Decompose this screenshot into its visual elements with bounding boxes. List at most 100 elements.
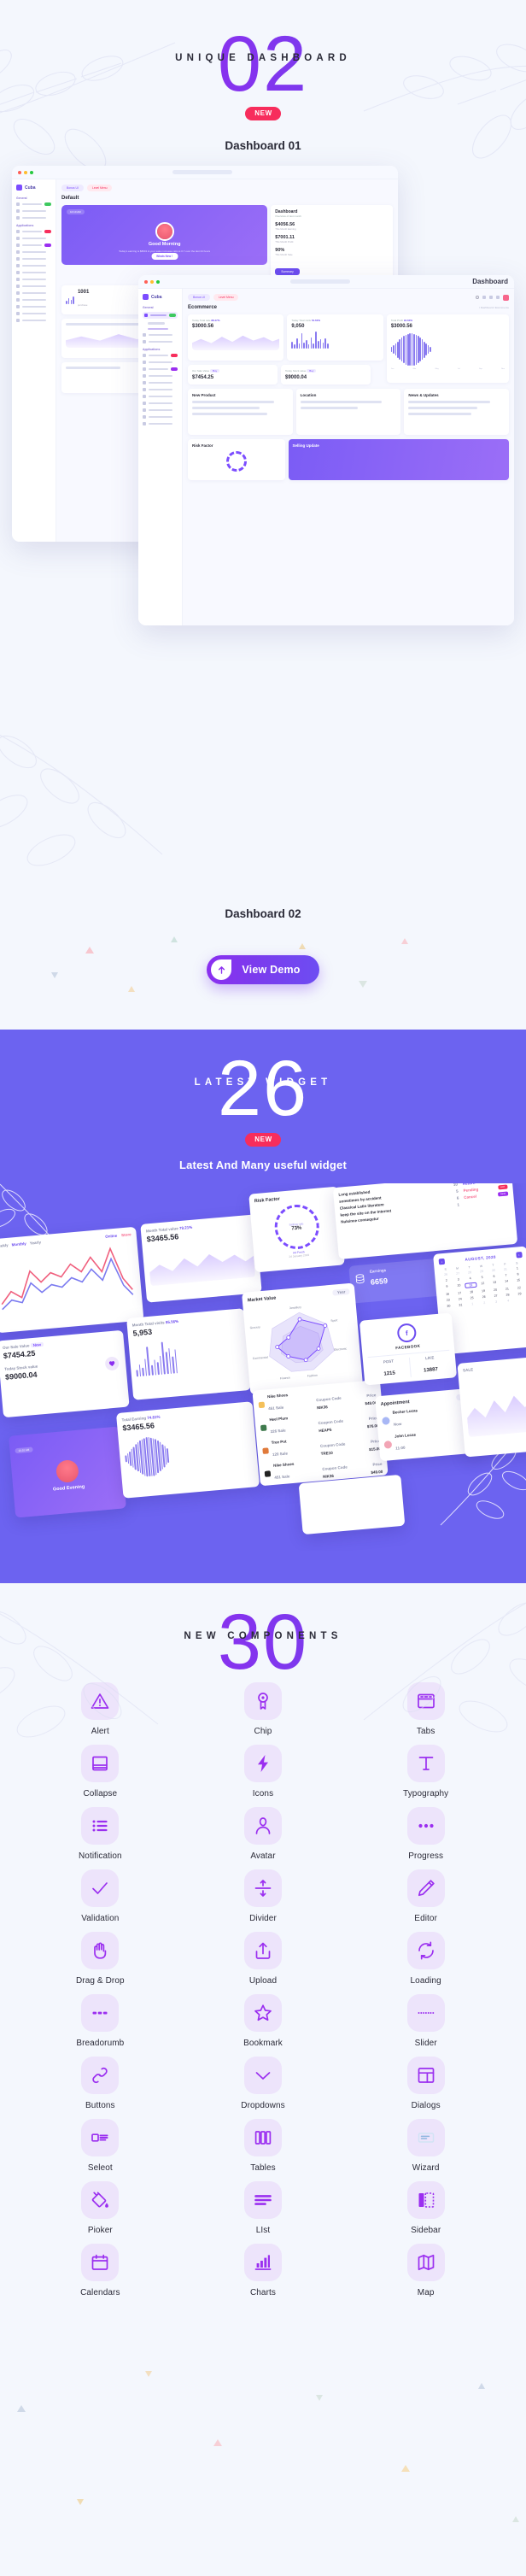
calendar-day[interactable]: 14 <box>500 1279 512 1285</box>
calendar-day[interactable]: 30 <box>488 1268 500 1272</box>
sidebar-subitem[interactable] <box>143 322 178 325</box>
sidebar-item[interactable] <box>16 209 51 213</box>
total-earning-widget[interactable]: Total Earning 74.81% $3465.56 <box>115 1401 260 1499</box>
extra-widget-bottom[interactable] <box>298 1474 406 1535</box>
calendar-day[interactable]: 6 <box>488 1274 500 1278</box>
component-item-icons[interactable]: Icons <box>182 1745 345 1799</box>
sidebar-item[interactable] <box>143 402 178 406</box>
calendar-day[interactable]: 18 <box>465 1290 477 1294</box>
component-item-bookmark[interactable]: Bookmark <box>182 1994 345 2048</box>
view-demo-button[interactable]: View Demo <box>207 955 319 984</box>
sidebar-item[interactable] <box>143 354 178 358</box>
sidebar-item[interactable] <box>16 291 51 295</box>
sidebar-item[interactable] <box>143 395 178 399</box>
whats-new-button[interactable]: Whats New ! <box>151 253 178 260</box>
search-icon[interactable] <box>476 296 479 299</box>
sidebar-item[interactable] <box>16 257 51 261</box>
avatar[interactable] <box>503 294 509 301</box>
facebook-tile-widget[interactable]: f FACEBOOK POST 1215 LIKE 13887 <box>359 1312 458 1386</box>
sidebar-item[interactable] <box>143 381 178 385</box>
sidebar-item[interactable] <box>16 264 51 267</box>
component-item-wizard[interactable]: Wizard <box>344 2119 507 2173</box>
calendar-day[interactable]: 26 <box>440 1272 452 1276</box>
component-item-pioker[interactable]: Pioker <box>19 2181 182 2235</box>
calendar-next-button[interactable]: › <box>515 1251 523 1259</box>
sidebar-item[interactable] <box>16 285 51 288</box>
month-total-visits-widget[interactable]: Month Total visits 95.56% 5,953 <box>126 1308 251 1400</box>
sidebar-item[interactable] <box>16 244 51 247</box>
calendar-day[interactable]: 27 <box>452 1271 464 1276</box>
calendar-day[interactable]: 2 <box>441 1278 453 1282</box>
calendar-day[interactable]: 4 <box>502 1299 514 1303</box>
bell-icon[interactable] <box>482 296 486 299</box>
calendar-day[interactable]: 5 <box>476 1276 488 1280</box>
calendar-day[interactable]: 3 <box>453 1277 465 1282</box>
calendar-day[interactable]: 3 <box>490 1300 502 1304</box>
sidebar-item[interactable] <box>143 388 178 392</box>
component-item-seleot[interactable]: Seleot <box>19 2119 182 2173</box>
sidebar-item[interactable] <box>16 230 51 233</box>
earnings-tile-widget[interactable]: Earnings 6659 <box>348 1258 446 1304</box>
sidebar-item[interactable] <box>16 202 51 206</box>
calendar-day[interactable]: 24 <box>454 1297 466 1301</box>
component-item-breadorumb[interactable]: Breadorumb <box>19 1994 182 2048</box>
tab-yearly[interactable]: Yearly <box>30 1240 42 1245</box>
sidebar-item[interactable] <box>16 237 51 240</box>
sidebar-item[interactable] <box>143 361 178 365</box>
product-table-widget[interactable]: Nike Shoes 451 Sale Coupon Code NIK36 Pric… <box>252 1379 389 1487</box>
calendar-day[interactable]: 28 <box>464 1270 476 1275</box>
component-item-map[interactable]: Map <box>344 2244 507 2297</box>
calendar-day[interactable]: 10 <box>453 1283 465 1289</box>
calendar-day[interactable]: 31 <box>454 1303 466 1307</box>
calendar-day[interactable]: 23 <box>442 1298 454 1302</box>
sidebar-item[interactable] <box>16 250 51 254</box>
market-value-widget[interactable]: Market Value Year Jewellery Sport Electron… <box>242 1282 363 1395</box>
risk-factor-widget[interactable]: Risk Factor Selling rate 73% A4 Fresh 24… <box>248 1186 345 1273</box>
calendar-day[interactable]: 13 <box>488 1280 500 1286</box>
component-item-dialogs[interactable]: Dialogs <box>344 2057 507 2110</box>
list-panel-widget[interactable]: Long established sometimes by accident C… <box>332 1183 518 1259</box>
component-item-buttons[interactable]: Buttons <box>19 2057 182 2110</box>
calendar-prev-button[interactable]: ‹ <box>438 1258 446 1265</box>
calendar-day[interactable]: 9 <box>441 1284 453 1290</box>
calendar-day[interactable]: 26 <box>478 1294 490 1299</box>
sidebar-item[interactable] <box>16 305 51 308</box>
component-item-notification[interactable]: Notification <box>19 1807 182 1861</box>
bonus-ui-button[interactable]: Bonus UI <box>61 185 84 191</box>
component-item-collapse[interactable]: Collapse <box>19 1745 182 1799</box>
component-item-calendars[interactable]: Calendars <box>19 2244 182 2297</box>
calendar-day[interactable]: 30 <box>442 1304 454 1308</box>
component-item-upload[interactable]: Upload <box>182 1932 345 1986</box>
component-item-alert[interactable]: Alert <box>19 1682 182 1736</box>
calendar-day[interactable]: 29 <box>476 1270 488 1274</box>
calendar-day[interactable]: 27 <box>489 1294 501 1298</box>
sidebar-item[interactable] <box>143 340 178 344</box>
component-item-editor[interactable]: Editor <box>344 1869 507 1923</box>
calendar-day[interactable]: 1 <box>511 1266 523 1270</box>
sidebar-item[interactable] <box>143 422 178 426</box>
sidebar-item[interactable] <box>16 216 51 220</box>
tab-weekly[interactable]: Weekly <box>0 1243 9 1248</box>
calendar-day[interactable]: 25 <box>466 1296 478 1300</box>
calendar-day[interactable]: 15 <box>512 1278 524 1284</box>
sidebar-item[interactable] <box>16 298 51 302</box>
calendar-day[interactable]: 4 <box>465 1276 476 1281</box>
component-item-drag-drop[interactable]: Drag & Drop <box>19 1932 182 1986</box>
calendar-day[interactable]: 1 <box>466 1302 478 1306</box>
month-total-value-widget[interactable]: Month Total value 79.21% $3465.56 <box>140 1214 262 1303</box>
calendar-day[interactable]: 17 <box>453 1291 465 1295</box>
line-chart-widget[interactable]: Weekly Monthly Yearly Online Store <box>0 1226 144 1334</box>
calendar-day[interactable]: 19 <box>477 1288 489 1293</box>
component-item-sidebar[interactable]: Sidebar <box>344 2181 507 2235</box>
component-item-loading[interactable]: Loading <box>344 1932 507 1986</box>
bonus-ui-button[interactable]: Bonus UI <box>188 294 210 301</box>
year-select[interactable]: Year <box>332 1288 350 1296</box>
greeting-tile-widget[interactable]: 10:10 AM Good Evening <box>9 1426 126 1518</box>
sale-values-widget[interactable]: Our Sale Value New $7454.25 Today Stock … <box>0 1329 130 1418</box>
calendar-day[interactable]: 22 <box>513 1286 525 1290</box>
tab-monthly[interactable]: Monthly <box>11 1241 26 1247</box>
component-item-divider[interactable]: Divider <box>182 1869 345 1923</box>
sidebar-item[interactable] <box>16 271 51 274</box>
calendar-day[interactable]: 11 <box>465 1282 477 1288</box>
calendar-day[interactable]: 31 <box>500 1267 511 1271</box>
